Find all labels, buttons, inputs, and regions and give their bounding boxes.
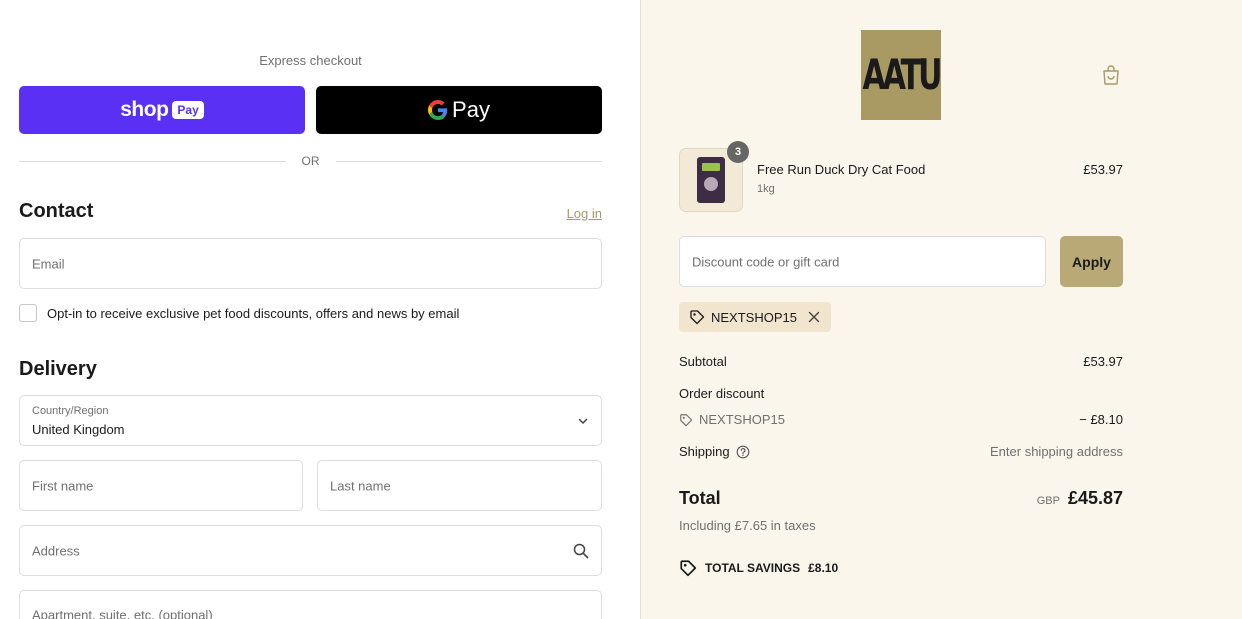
google-pay-button[interactable]: Pay — [316, 86, 602, 134]
first-name-field[interactable]: First name — [19, 460, 303, 511]
optin-checkbox[interactable] — [19, 304, 37, 322]
quantity-badge: 3 — [727, 141, 749, 163]
total-savings: TOTAL SAVINGS £8.10 — [679, 559, 838, 577]
tag-icon — [690, 310, 705, 325]
shopping-bag-icon[interactable] — [1101, 64, 1121, 86]
shipping-label-group: Shipping — [679, 444, 750, 459]
savings-label: TOTAL SAVINGS — [705, 561, 801, 575]
divider-line — [335, 160, 602, 162]
applied-discount-chip: NEXTSHOP15 — [679, 302, 831, 332]
discount-code-input[interactable]: Discount code or gift card — [679, 236, 1046, 287]
savings-tag-icon — [680, 560, 697, 577]
or-text: OR — [301, 154, 320, 168]
product-image — [697, 157, 725, 203]
contact-heading: Contact — [19, 200, 94, 222]
savings-value: £8.10 — [808, 561, 839, 575]
taxes-note: Including £7.65 in taxes — [679, 518, 816, 533]
optin-label: Opt-in to receive exclusive pet food dis… — [47, 305, 460, 321]
last-name-placeholder: Last name — [330, 478, 391, 493]
express-checkout-label: Express checkout — [259, 53, 362, 68]
login-link[interactable]: Log in — [540, 206, 602, 221]
brand-logo[interactable]: AATU — [861, 30, 943, 120]
email-placeholder: Email — [32, 256, 65, 271]
shop-pay-badge: Pay — [172, 101, 204, 119]
chevron-down-icon — [578, 418, 588, 424]
discount-code-line: NEXTSHOP15 — [679, 412, 785, 427]
subtotal-row: Subtotal £53.97 — [679, 354, 1123, 369]
total-label: Total — [679, 488, 721, 508]
total-currency: GBP — [1036, 495, 1060, 507]
search-icon[interactable] — [573, 543, 589, 559]
total-amount: GBP £45.87 — [941, 488, 1123, 509]
product-name: Free Run Duck Dry Cat Food — [757, 162, 926, 177]
discount-value: − £8.10 — [1079, 412, 1123, 427]
applied-discount-code: NEXTSHOP15 — [711, 309, 797, 325]
order-discount-row: Order discount — [679, 386, 1123, 401]
delivery-heading: Delivery — [19, 358, 97, 380]
apartment-field[interactable]: Apartment, suite, etc. (optional) — [19, 590, 602, 619]
or-divider: OR — [19, 152, 602, 170]
apply-discount-button[interactable]: Apply — [1060, 236, 1123, 287]
shipping-value: Enter shipping address — [990, 444, 1123, 459]
discount-placeholder: Discount code or gift card — [692, 254, 840, 269]
shop-pay-button[interactable]: shop Pay — [19, 86, 305, 134]
address-field[interactable]: Address — [19, 525, 602, 576]
order-discount-label: Order discount — [679, 386, 765, 401]
shipping-row: Shipping Enter shipping address — [679, 444, 1123, 459]
help-icon[interactable] — [736, 445, 750, 459]
total-value: £45.87 — [1067, 488, 1123, 508]
google-pay-wordmark: Pay — [452, 97, 490, 122]
shop-pay-wordmark: shop — [120, 98, 169, 121]
close-icon[interactable] — [807, 310, 821, 324]
last-name-field[interactable]: Last name — [317, 460, 602, 511]
optin-row[interactable]: Opt-in to receive exclusive pet food dis… — [19, 304, 459, 322]
email-field[interactable]: Email — [19, 238, 602, 289]
subtotal-value: £53.97 — [1083, 354, 1123, 369]
divider-line — [19, 160, 286, 162]
discount-code-row: NEXTSHOP15 − £8.10 — [679, 412, 1123, 427]
country-select[interactable]: Country/Region United Kingdom — [19, 395, 602, 446]
tag-icon — [680, 413, 693, 426]
checkout-form-panel: Express checkout shop Pay Pay OR Contact… — [0, 0, 640, 619]
subtotal-label: Subtotal — [679, 354, 727, 369]
country-label: Country/Region — [32, 405, 109, 417]
google-g-icon — [428, 100, 448, 120]
country-value: United Kingdom — [32, 422, 125, 437]
product-variant: 1kg — [757, 183, 775, 195]
order-summary-panel: AATU 3 Free Run Duck Dry Cat Food 1kg £5… — [640, 0, 1242, 619]
logo-text: AATU — [862, 50, 943, 100]
discount-code-label: NEXTSHOP15 — [699, 412, 785, 427]
apartment-placeholder: Apartment, suite, etc. (optional) — [32, 607, 213, 619]
address-placeholder: Address — [32, 543, 80, 558]
shipping-label: Shipping — [679, 444, 730, 459]
product-price: £53.97 — [1083, 162, 1123, 177]
first-name-placeholder: First name — [32, 478, 94, 493]
